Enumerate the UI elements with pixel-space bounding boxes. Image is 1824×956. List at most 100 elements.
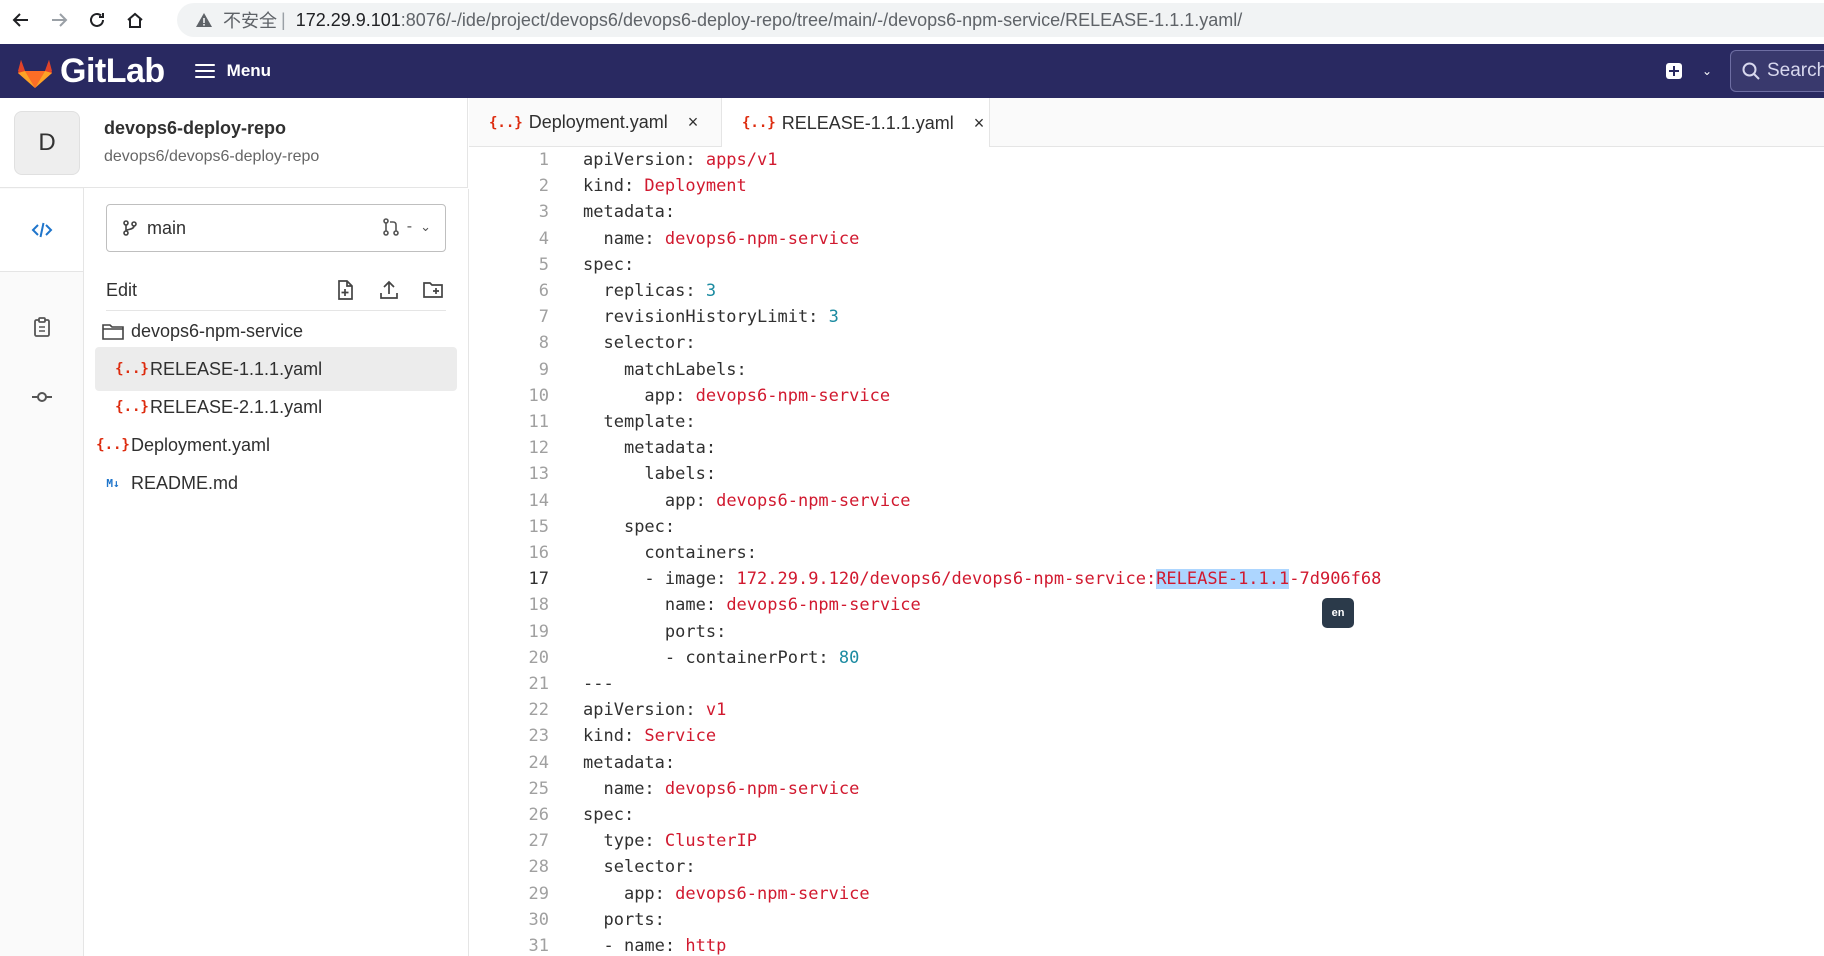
project-name[interactable]: devops6-deploy-repo: [104, 118, 286, 139]
code-line[interactable]: 13 labels:: [469, 461, 1824, 487]
yaml-value-tail: -7d906f68: [1289, 569, 1382, 590]
code-line[interactable]: 24 metadata:: [469, 750, 1824, 776]
line-number: 28: [528, 857, 549, 878]
code-text: labels:: [583, 461, 716, 487]
upload-icon[interactable]: [376, 277, 402, 303]
search-icon: [1742, 62, 1760, 80]
file-tree-panel: main - ⌄ Edit devops6-npm-service {..} R: [84, 189, 469, 956]
code-line[interactable]: 5 spec:: [469, 252, 1824, 278]
ide-activity-bar: [0, 98, 84, 956]
code-text: - image: 172.29.9.120/devops6/devops6-np…: [583, 566, 1381, 592]
line-number: 11: [528, 412, 549, 432]
hamburger-icon: [194, 64, 215, 78]
line-number: 4: [538, 228, 549, 249]
merge-request-selector[interactable]: - ⌄: [381, 217, 431, 237]
line-number: 31: [528, 936, 549, 956]
forward-icon[interactable]: [42, 3, 76, 37]
folder-icon: [101, 322, 125, 340]
code-line[interactable]: 23 kind: Service: [469, 723, 1824, 749]
code-line[interactable]: 9 matchLabels:: [469, 357, 1824, 383]
code-line[interactable]: 15 spec:: [469, 514, 1824, 540]
code-line[interactable]: 8 selector:: [469, 330, 1824, 356]
code-line[interactable]: 20 - containerPort: 80: [469, 645, 1824, 671]
code-text: matchLabels:: [583, 357, 747, 383]
tree-item-label: RELEASE-2.1.1.yaml: [150, 396, 323, 417]
yaml-key: name:: [664, 595, 717, 616]
line-number: 10: [528, 385, 549, 406]
search-input[interactable]: Search: [1730, 50, 1824, 92]
code-line[interactable]: 11 template:: [469, 409, 1824, 435]
code-line[interactable]: 31 - name: http: [469, 933, 1824, 956]
code-text: spec:: [583, 252, 634, 278]
home-icon[interactable]: [118, 3, 152, 37]
tab-deployment-yaml[interactable]: {..} Deployment.yaml ×: [469, 98, 722, 147]
reload-icon[interactable]: [80, 3, 114, 37]
selected-text: RELEASE-1.1.1: [1156, 569, 1290, 590]
ime-label: en: [1331, 607, 1345, 619]
new-directory-icon[interactable]: [420, 277, 446, 303]
code-line[interactable]: 21 ---: [469, 671, 1824, 697]
yaml-key: replicas:: [603, 281, 696, 301]
code-line[interactable]: 16 containers:: [469, 540, 1824, 566]
code-icon: [31, 222, 52, 238]
edit-mode-button[interactable]: [0, 189, 83, 271]
yaml-value: devops6-npm-service: [705, 490, 911, 511]
code-line[interactable]: 19 ports:: [469, 619, 1824, 645]
gitlab-logo[interactable]: GitLab: [16, 52, 165, 91]
code-text: name: devops6-npm-service: [583, 226, 859, 252]
code-line[interactable]: 26 spec:: [469, 802, 1824, 828]
code-line[interactable]: 4 name: devops6-npm-service: [469, 226, 1824, 252]
code-line[interactable]: 25 name: devops6-npm-service: [469, 776, 1824, 802]
commit-mode-button[interactable]: [0, 356, 83, 438]
code-line[interactable]: 1 apiVersion: apps/v1: [469, 147, 1824, 173]
tree-item-file[interactable]: M↓ README.md: [95, 461, 457, 505]
yaml-value: 172.29.9.120/devops6/devops6-npm-service…: [726, 569, 1157, 590]
code-line[interactable]: 10 app: devops6-npm-service: [469, 383, 1824, 409]
close-icon[interactable]: ×: [974, 113, 985, 134]
menu-button[interactable]: Menu: [194, 61, 271, 81]
code-line[interactable]: 22 apiVersion: v1: [469, 697, 1824, 723]
warning-icon[interactable]: [195, 11, 213, 29]
code-line[interactable]: 14 app: devops6-npm-service: [469, 488, 1824, 514]
line-number: 16: [528, 543, 549, 563]
address-bar[interactable]: 不安全 | 172.29.9.101:8076/-/ide/project/de…: [177, 3, 1824, 37]
code-line[interactable]: 28 selector:: [469, 854, 1824, 880]
code-line[interactable]: 29 app: devops6-npm-service: [469, 881, 1824, 907]
code-line[interactable]: 6 replicas: 3: [469, 278, 1824, 304]
yaml-file-icon: {..}: [96, 437, 130, 453]
project-avatar[interactable]: D: [14, 111, 80, 175]
code-line[interactable]: 2 kind: Deployment: [469, 173, 1824, 199]
code-line[interactable]: 3 metadata:: [469, 199, 1824, 225]
code-line[interactable]: 7 revisionHistoryLimit: 3: [469, 304, 1824, 330]
yaml-key: apiVersion:: [583, 150, 696, 170]
code-line[interactable]: 18 name: devops6-npm-service: [469, 592, 1824, 618]
code-line[interactable]: 27 type: ClusterIP: [469, 828, 1824, 854]
line-number: 25: [528, 778, 549, 799]
gitlab-header: GitLab Menu ⌄ Search: [0, 44, 1824, 98]
branch-selector[interactable]: main - ⌄: [106, 204, 446, 252]
line-number: 26: [528, 805, 549, 825]
code-line[interactable]: 12 metadata:: [469, 435, 1824, 461]
code-text: kind: Deployment: [583, 173, 747, 199]
code-line[interactable]: 30 ports:: [469, 907, 1824, 933]
new-dropdown-button[interactable]: ⌄: [1665, 63, 1712, 79]
yaml-key: containers:: [644, 543, 758, 563]
code-text: - containerPort: 80: [583, 645, 859, 671]
close-icon[interactable]: ×: [688, 112, 699, 133]
ime-language-icon[interactable]: en: [1322, 598, 1354, 628]
yaml-key: app:: [664, 490, 706, 511]
tab-release-yaml[interactable]: {..} RELEASE-1.1.1.yaml ×: [722, 98, 990, 148]
code-line[interactable]: 17 - image: 172.29.9.120/devops6/devops6…: [469, 566, 1824, 592]
new-file-icon[interactable]: [332, 277, 358, 303]
project-header: D devops6-deploy-repo devops6/devops6-de…: [0, 98, 468, 188]
code-editor[interactable]: 1 apiVersion: apps/v1 2 kind: Deployment 3 me…: [469, 147, 1824, 956]
chevron-down-icon: ⌄: [420, 219, 431, 234]
back-icon[interactable]: [4, 3, 38, 37]
